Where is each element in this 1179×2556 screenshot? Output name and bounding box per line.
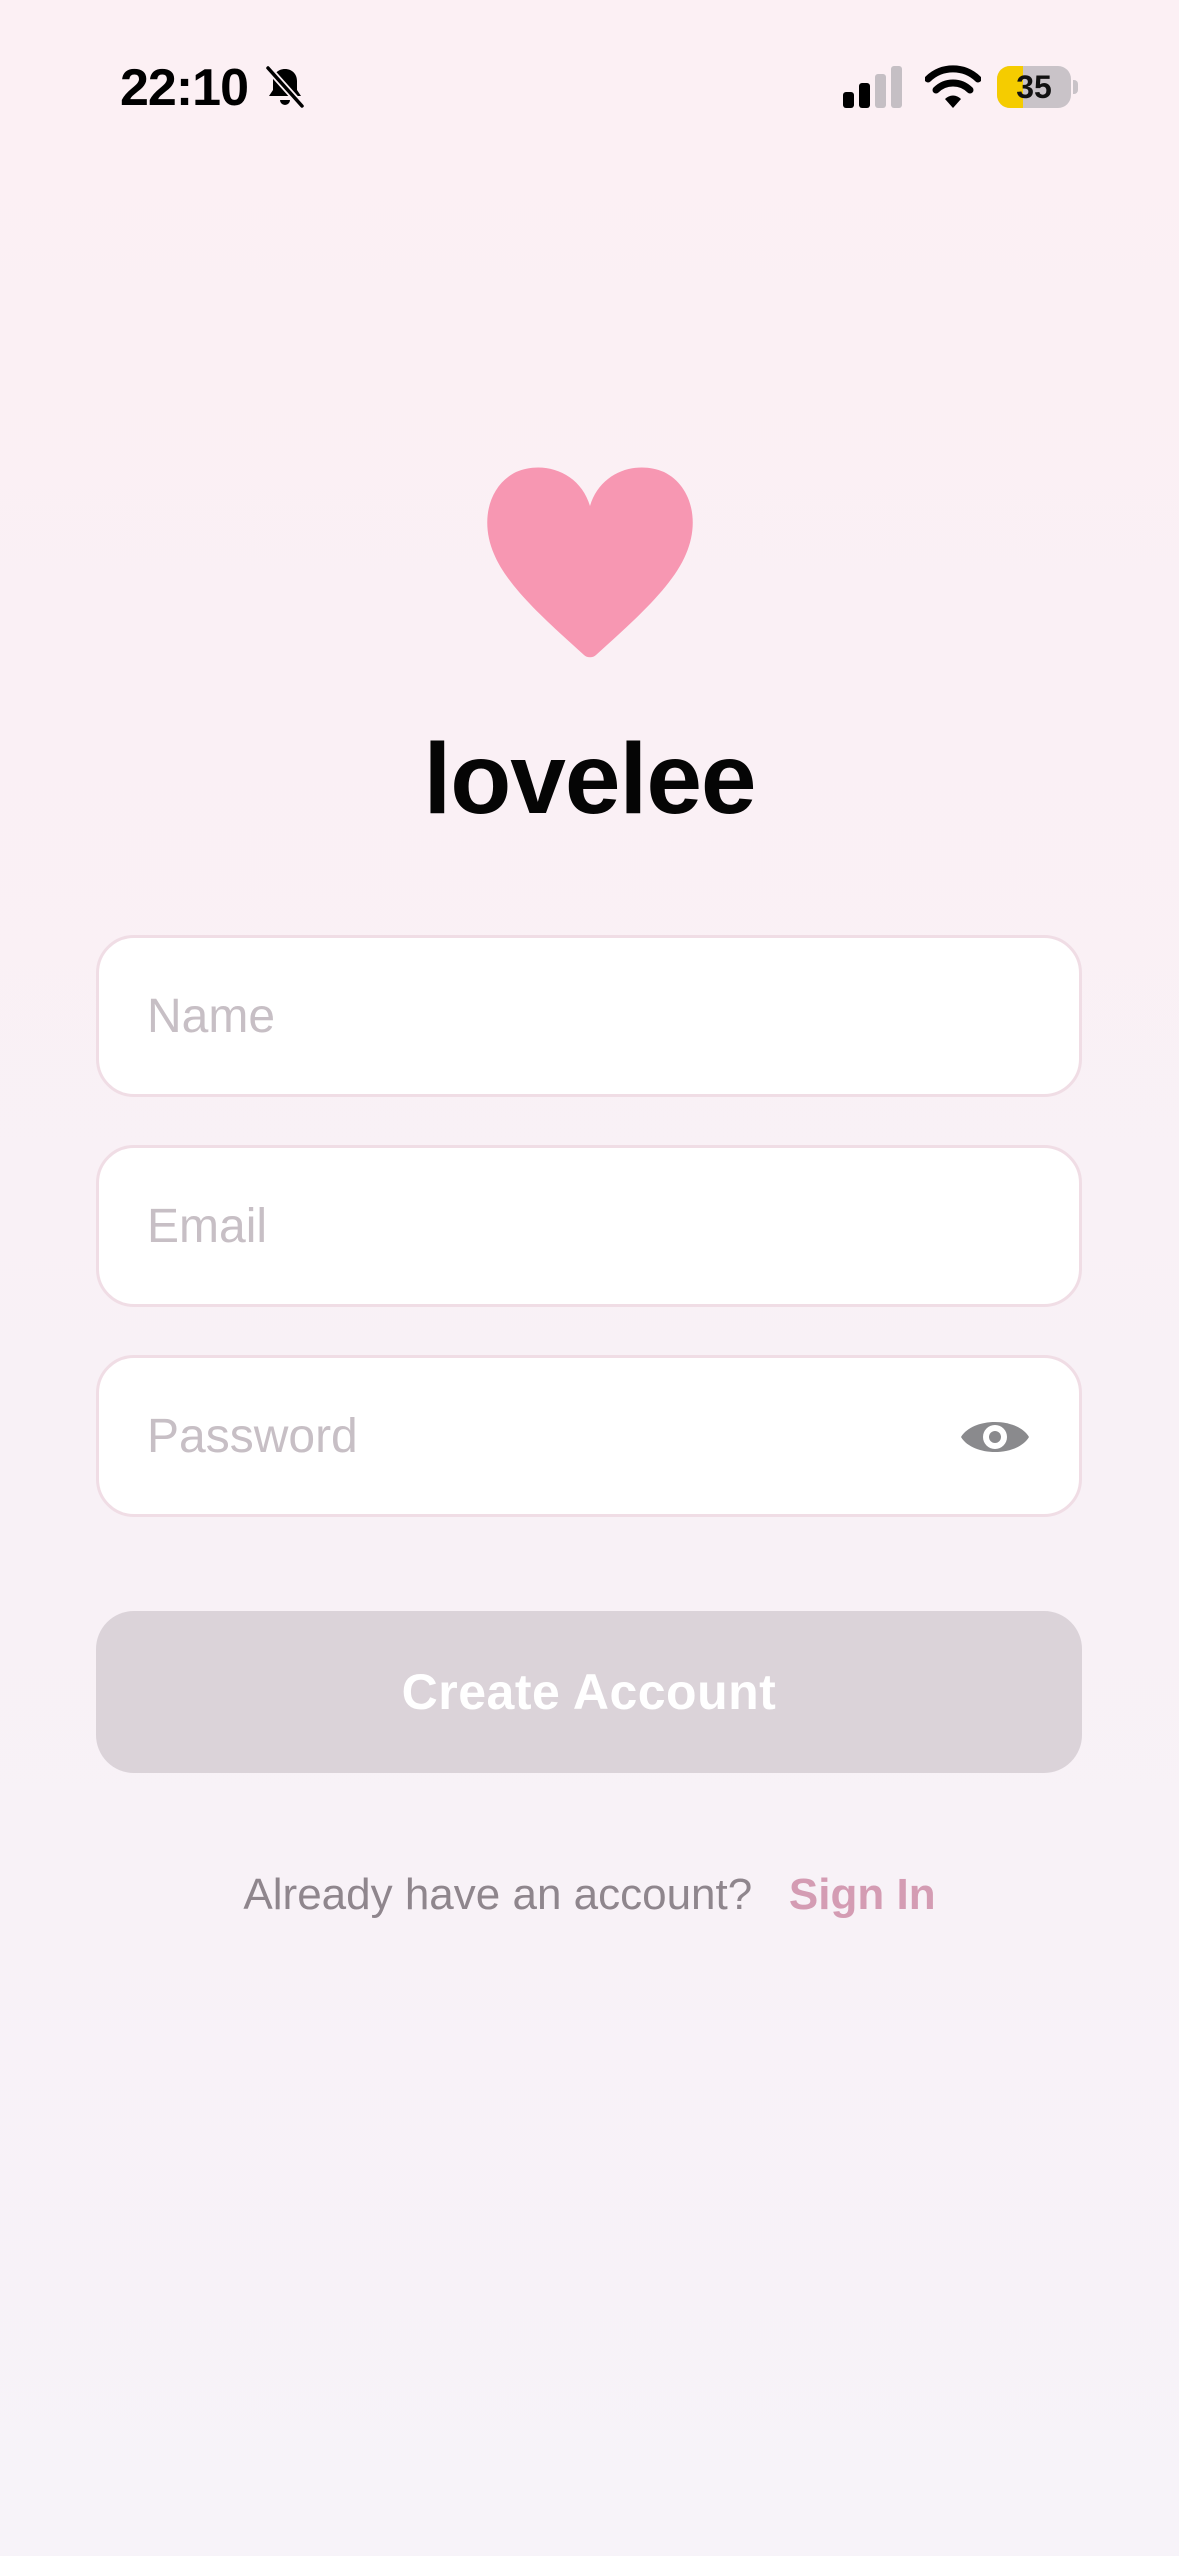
password-field[interactable] xyxy=(96,1355,1082,1517)
battery-body: 35 xyxy=(997,66,1071,108)
battery-icon: 35 xyxy=(997,66,1078,108)
name-field[interactable] xyxy=(96,935,1082,1097)
signin-row: Already have an account? Sign In xyxy=(0,1870,1179,1920)
email-input[interactable] xyxy=(147,1148,967,1304)
signin-link[interactable]: Sign In xyxy=(789,1870,936,1919)
battery-level: 35 xyxy=(1016,69,1052,105)
heart-icon xyxy=(487,467,693,658)
wifi-icon xyxy=(925,65,981,108)
eye-icon[interactable] xyxy=(959,1411,1031,1463)
signin-prompt: Already have an account? xyxy=(243,1870,753,1919)
status-bar: 22:10 35 xyxy=(0,0,1179,140)
bell-muted-icon xyxy=(264,64,306,110)
signal-icon xyxy=(843,66,902,108)
create-account-button[interactable]: Create Account xyxy=(96,1611,1082,1773)
password-input[interactable] xyxy=(147,1358,967,1514)
email-field[interactable] xyxy=(96,1145,1082,1307)
battery-cap xyxy=(1073,80,1078,94)
signin-spacer xyxy=(764,1870,776,1919)
app-title: lovelee xyxy=(423,723,756,835)
status-time: 22:10 xyxy=(120,59,249,117)
name-input[interactable] xyxy=(147,938,967,1094)
